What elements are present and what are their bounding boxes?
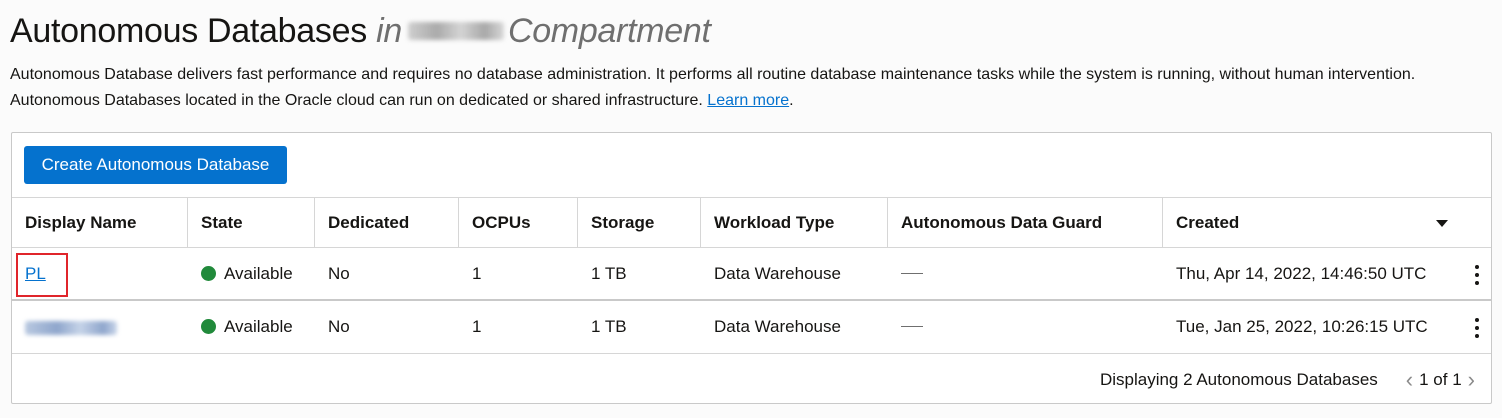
chevron-right-icon[interactable]: › [1462, 369, 1481, 391]
cell-storage: 1 TB [591, 264, 627, 283]
cell-workload-type: Data Warehouse [714, 317, 841, 336]
compartment-name-redacted [407, 22, 504, 41]
cell-state: Available [188, 248, 293, 300]
cell-state: Available [188, 301, 293, 353]
description-trailing: . [789, 92, 794, 109]
column-header-workload-type[interactable]: Workload Type [701, 198, 888, 247]
table-row: Available No 1 1 TB Data Warehouse Tue, … [12, 301, 1491, 354]
empty-dash [901, 273, 923, 274]
table-row: PL Available No 1 1 TB Data Warehouse Th… [12, 248, 1491, 301]
empty-dash [901, 326, 923, 327]
cell-data-guard [888, 301, 923, 353]
cell-display-name [12, 301, 117, 353]
table-footer: Displaying 2 Autonomous Databases ‹ 1 of… [1100, 369, 1481, 391]
status-dot-icon [201, 266, 216, 281]
page-title-compartment: Compartment [507, 12, 711, 50]
pagination-label: 1 of 1 [1419, 370, 1462, 389]
chevron-left-icon[interactable]: ‹ [1400, 369, 1419, 391]
column-header-state[interactable]: State [188, 198, 315, 247]
state-label: Available [224, 264, 293, 283]
state-label: Available [224, 317, 293, 336]
databases-table: Display Name State Dedicated OCPUs Stora… [12, 197, 1491, 354]
cell-display-name: PL [12, 248, 46, 300]
column-header-display-name[interactable]: Display Name [12, 198, 188, 247]
database-name-link-redacted[interactable] [25, 317, 117, 336]
page-title: Autonomous Databases in Compartment [10, 12, 711, 51]
cell-created: Tue, Jan 25, 2022, 10:26:15 UTC [1176, 317, 1428, 336]
create-autonomous-database-button[interactable]: Create Autonomous Database [24, 146, 287, 184]
column-header-storage[interactable]: Storage [578, 198, 701, 247]
cell-ocpus: 1 [472, 264, 482, 283]
status-dot-icon [201, 319, 216, 334]
cell-data-guard [888, 248, 923, 300]
cell-ocpus: 1 [472, 317, 482, 336]
kebab-menu-icon[interactable] [1474, 318, 1480, 338]
column-header-created[interactable]: Created [1163, 198, 1413, 247]
cell-dedicated: No [328, 264, 350, 283]
cell-dedicated: No [328, 317, 350, 336]
cell-created: Thu, Apr 14, 2022, 14:46:50 UTC [1176, 264, 1427, 283]
page-title-in: in [376, 12, 402, 50]
databases-panel: Create Autonomous Database Display Name … [11, 132, 1492, 404]
cell-workload-type: Data Warehouse [714, 264, 841, 283]
cell-storage: 1 TB [591, 317, 627, 336]
column-header-ocpus[interactable]: OCPUs [459, 198, 578, 247]
database-name-link[interactable]: PL [25, 264, 46, 283]
column-header-dedicated[interactable]: Dedicated [315, 198, 459, 247]
learn-more-link[interactable]: Learn more [707, 92, 789, 109]
caret-down-icon[interactable] [1436, 220, 1448, 227]
column-header-data-guard[interactable]: Autonomous Data Guard [888, 198, 1163, 247]
table-header: Display Name State Dedicated OCPUs Stora… [12, 197, 1491, 248]
result-count: Displaying 2 Autonomous Databases [1099, 370, 1378, 389]
page-title-text: Autonomous Databases [10, 12, 367, 50]
kebab-menu-icon[interactable] [1474, 265, 1480, 285]
page-description: Autonomous Database delivers fast perfor… [10, 62, 1480, 114]
